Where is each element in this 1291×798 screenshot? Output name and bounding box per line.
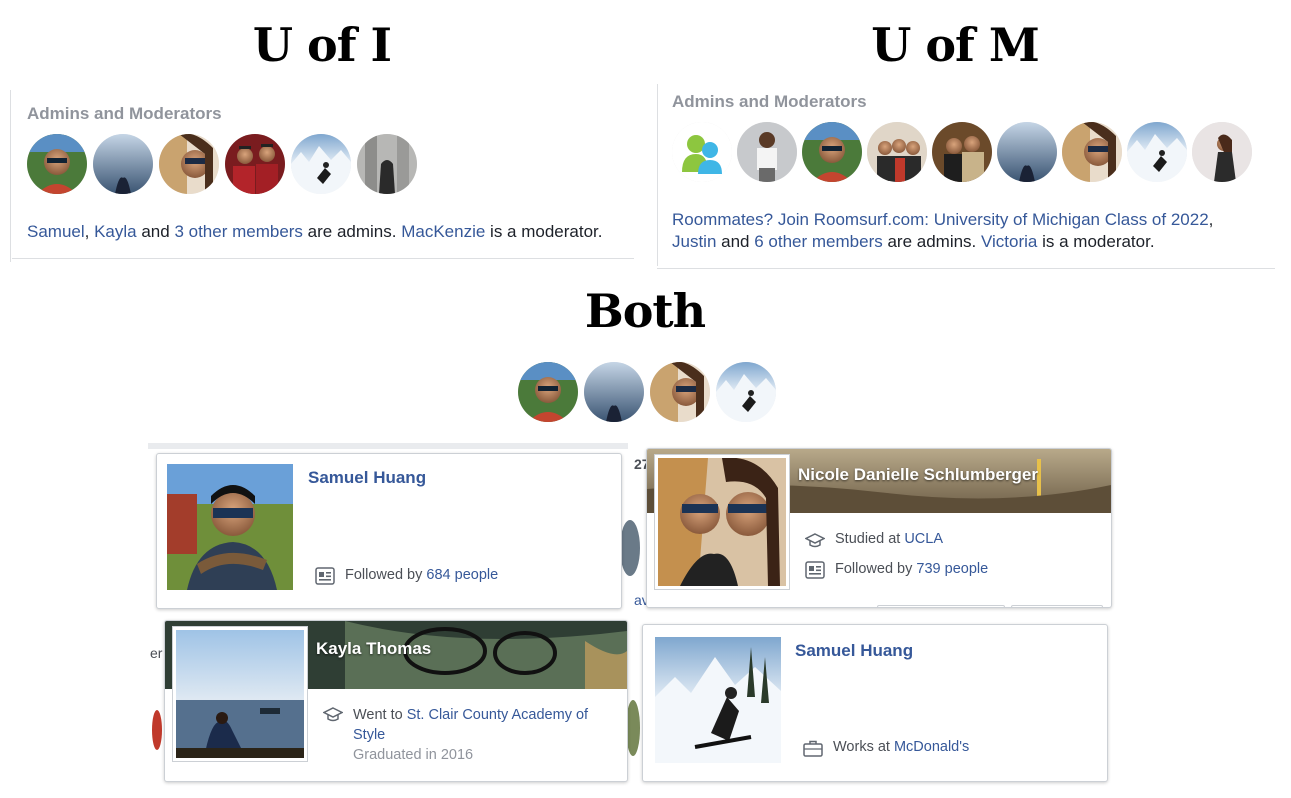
group-icon[interactable]	[672, 122, 732, 182]
hovercard-nicole-schlumberger: Nicole Danielle Schlumberger Studied at …	[646, 448, 1112, 608]
avatar[interactable]	[1127, 122, 1187, 182]
uofm-admins-header: Admins and Moderators	[672, 92, 867, 111]
avatar[interactable]	[737, 122, 797, 182]
avatar[interactable]	[93, 134, 153, 194]
avatar[interactable]	[1062, 122, 1122, 182]
profile-photo[interactable]	[173, 627, 307, 761]
followers-link[interactable]: 739 people	[916, 561, 988, 577]
followed-by-row: Followed by 684 people	[315, 567, 498, 585]
avatar[interactable]	[932, 122, 992, 182]
title-both: Both	[584, 284, 706, 338]
uofi-admins-summary: Samuel, Kayla and 3 other members are ad…	[27, 222, 603, 241]
avatar[interactable]	[802, 122, 862, 182]
graduation-cap-icon	[323, 705, 343, 723]
hovercard-kayla-thomas: Kayla Thomas Went to St. Clair County Ac…	[164, 620, 628, 782]
graduation-cap-icon	[805, 531, 825, 549]
other-members-link[interactable]: 6 other members	[754, 232, 883, 251]
works-at-row: Works at McDonald's	[803, 739, 969, 757]
title-u-of-i: U of I	[252, 18, 392, 72]
graduated-year: Graduated in 2016	[353, 747, 474, 763]
profile-name[interactable]: Nicole Danielle Schlumberger	[798, 465, 1038, 485]
profile-name[interactable]: Samuel Huang	[308, 468, 426, 488]
avatar[interactable]	[159, 134, 219, 194]
action-button[interactable]	[1011, 605, 1103, 607]
avatar[interactable]	[27, 134, 87, 194]
roomsurf-link[interactable]: Roommates? Join Roomsurf.com: University…	[672, 210, 1209, 229]
studied-at-row: Studied at UCLA	[805, 531, 943, 549]
admin-link-justin[interactable]: Justin	[672, 232, 716, 251]
followed-by-row: Followed by 739 people	[805, 561, 988, 579]
avatar[interactable]	[650, 362, 710, 422]
avatar[interactable]	[357, 134, 417, 194]
employer-link[interactable]: McDonald's	[894, 739, 969, 755]
admin-link-samuel[interactable]: Samuel	[27, 222, 85, 241]
profile-name[interactable]: Samuel Huang	[795, 641, 913, 661]
title-u-of-m: U of M	[871, 18, 1040, 72]
avatar[interactable]	[716, 362, 776, 422]
followed-icon	[805, 561, 825, 579]
action-button[interactable]	[877, 605, 1005, 607]
admin-link-kayla[interactable]: Kayla	[94, 222, 137, 241]
uofi-admin-avatars	[27, 134, 417, 194]
uofm-admin-avatars	[672, 122, 1252, 182]
moderator-link-mackenzie[interactable]: MacKenzie	[401, 222, 485, 241]
profile-photo[interactable]	[167, 464, 293, 590]
briefcase-icon	[803, 739, 823, 757]
profile-name[interactable]: Kayla Thomas	[316, 639, 431, 659]
avatar[interactable]	[997, 122, 1057, 182]
avatar[interactable]	[291, 134, 351, 194]
profile-photo[interactable]	[655, 455, 789, 589]
went-to-row: Went to St. Clair County Academy of Styl…	[323, 705, 613, 765]
hovercard-samuel-huang-2: Samuel Huang Works at McDonald's	[642, 624, 1108, 782]
uofi-admins-header: Admins and Moderators	[27, 104, 222, 123]
other-members-link[interactable]: 3 other members	[174, 222, 303, 241]
uofm-admins-summary: Justin and 6 other members are admins. V…	[672, 232, 1155, 251]
avatar[interactable]	[867, 122, 927, 182]
followers-link[interactable]: 684 people	[426, 567, 498, 583]
avatar[interactable]	[225, 134, 285, 194]
uofm-roommates-line: Roommates? Join Roomsurf.com: University…	[672, 210, 1214, 229]
profile-photo[interactable]	[655, 637, 781, 763]
avatar[interactable]	[584, 362, 644, 422]
school-link-ucla[interactable]: UCLA	[904, 531, 943, 547]
text-fragment: er	[150, 645, 163, 661]
both-admin-avatars	[518, 362, 776, 422]
hovercard-samuel-huang: Samuel Huang Followed by 684 people	[156, 453, 622, 609]
avatar[interactable]	[518, 362, 578, 422]
avatar[interactable]	[1192, 122, 1252, 182]
moderator-link-victoria[interactable]: Victoria	[981, 232, 1037, 251]
followed-icon	[315, 567, 335, 585]
